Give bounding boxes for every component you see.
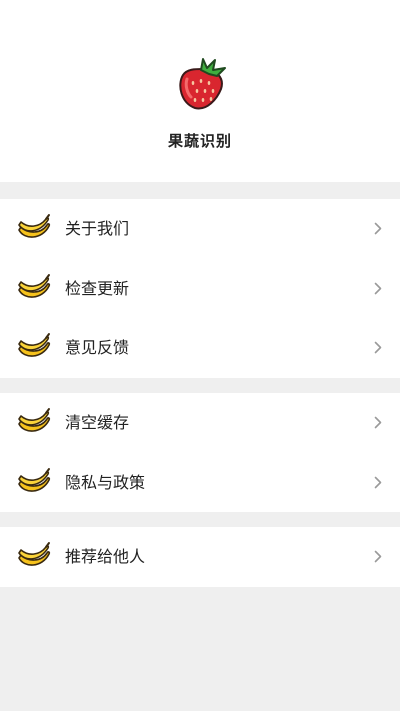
chevron-right-icon xyxy=(374,416,382,429)
menu-item-label: 意见反馈 xyxy=(65,338,130,357)
menu-item-recommend[interactable]: 推荐给他人 xyxy=(0,527,400,587)
banana-icon xyxy=(18,408,51,432)
app-title: 果蔬识别 xyxy=(167,132,232,150)
menu-item-about-us[interactable]: 关于我们 xyxy=(0,199,400,259)
chevron-right-icon xyxy=(374,476,382,488)
settings-page: 果蔬识别 关于我们 检查更新 意见反馈 清空缓存 隐私与政策 推荐给他人 xyxy=(0,0,400,711)
banana-icon xyxy=(18,542,51,566)
menu-item-clear-cache[interactable]: 清空缓存 xyxy=(0,393,400,453)
chevron-right-icon xyxy=(374,550,382,563)
menu-item-check-update[interactable]: 检查更新 xyxy=(0,259,400,319)
menu-item-label: 清空缓存 xyxy=(65,413,130,432)
menu-item-label: 推荐给他人 xyxy=(65,547,146,566)
strawberry-icon xyxy=(179,58,226,110)
banana-icon xyxy=(18,333,51,357)
chevron-right-icon xyxy=(374,341,382,354)
menu-item-privacy-policy[interactable]: 隐私与政策 xyxy=(0,453,400,513)
banana-icon xyxy=(18,273,51,298)
menu-item-label: 检查更新 xyxy=(65,278,130,298)
banana-icon xyxy=(18,467,51,492)
chevron-right-icon xyxy=(374,282,382,294)
chevron-right-icon xyxy=(374,222,382,235)
menu-group-share: 推荐给他人 xyxy=(0,527,400,587)
menu-group-about: 关于我们 检查更新 意见反馈 xyxy=(0,199,400,378)
menu-item-label: 关于我们 xyxy=(65,219,130,238)
menu-group-data: 清空缓存 隐私与政策 xyxy=(0,393,400,512)
app-header: 果蔬识别 xyxy=(0,0,400,182)
menu-item-feedback[interactable]: 意见反馈 xyxy=(0,318,400,378)
banana-icon xyxy=(18,214,51,238)
menu-item-label: 隐私与政策 xyxy=(65,472,146,492)
